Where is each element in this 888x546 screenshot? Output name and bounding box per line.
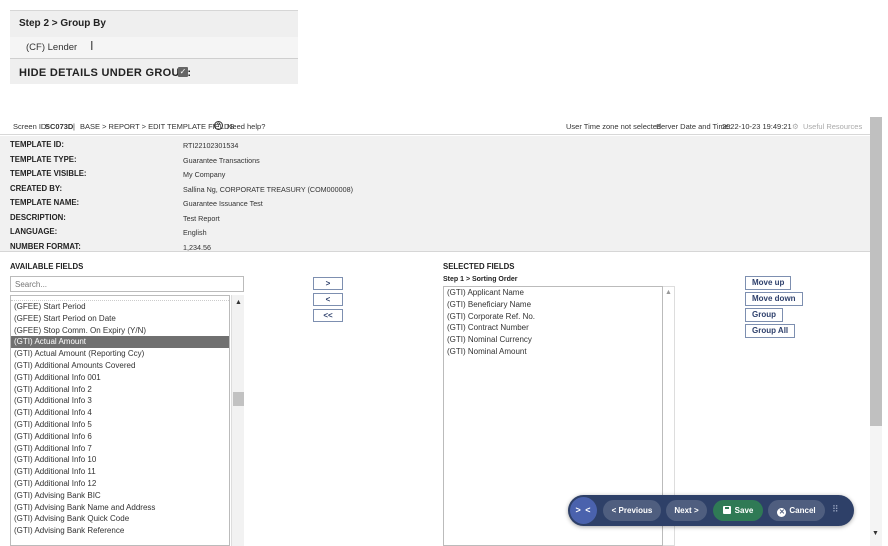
- server-time-label: Server Date and Time:: [656, 122, 732, 131]
- template-id-label: TEMPLATE ID:: [10, 140, 64, 149]
- available-fields-search-input[interactable]: [10, 276, 244, 292]
- hide-details-checkbox[interactable]: ✓: [178, 67, 188, 77]
- list-item[interactable]: (GTI) Applicant Name: [444, 287, 662, 299]
- next-button[interactable]: Next >: [666, 500, 707, 521]
- list-item[interactable]: (GTI) Nominal Amount: [444, 346, 662, 358]
- list-item[interactable]: (GTI) Additional Info 10: [11, 454, 229, 466]
- list-item[interactable]: (GTI) Additional Info 11: [11, 466, 229, 478]
- scroll-up-icon[interactable]: ▲: [235, 299, 242, 306]
- group-by-step-title: Step 2 > Group By: [19, 18, 106, 29]
- previous-button[interactable]: < Previous: [603, 500, 661, 521]
- group-button[interactable]: Group: [745, 308, 783, 322]
- cancel-button[interactable]: ✕ Cancel: [768, 500, 825, 521]
- list-item[interactable]: (GTI) Advising Bank Reference: [11, 525, 229, 537]
- list-item[interactable]: (GTI) Additional Info 7: [11, 443, 229, 455]
- template-visible-value: My Company: [183, 170, 226, 179]
- cancel-icon: ✕: [777, 508, 787, 517]
- header-separator: |: [73, 122, 75, 131]
- template-type-label: TEMPLATE TYPE:: [10, 154, 77, 164]
- list-item-selected[interactable]: (GTI) Actual Amount: [11, 336, 229, 349]
- text-cursor-icon: I: [90, 39, 94, 53]
- list-item[interactable]: (GFEE) Start Period on Date: [11, 313, 229, 325]
- list-item[interactable]: (GTI) Additional Amounts Covered: [11, 360, 229, 372]
- list-item[interactable]: (GTI) Additional Info 12: [11, 478, 229, 490]
- hide-details-label: HIDE DETAILS UNDER GROUP:: [19, 67, 192, 79]
- description-label: DESCRIPTION:: [10, 212, 66, 222]
- drag-handle-icon[interactable]: ⠿: [832, 504, 839, 515]
- description-value: Test Report: [183, 213, 220, 223]
- available-fields-scrollbar[interactable]: ▲: [231, 295, 244, 546]
- list-item[interactable]: (GTI) Additional Info 4: [11, 407, 229, 419]
- page-scrollbar[interactable]: ▼: [870, 117, 882, 546]
- number-format-label: NUMBER FORMAT:: [10, 241, 81, 251]
- save-icon: [722, 506, 731, 514]
- available-fields-list[interactable]: (GFEE) Start Period (GFEE) Start Period …: [10, 295, 230, 546]
- save-label: Save: [734, 506, 754, 515]
- template-visible-label: TEMPLATE VISIBLE:: [10, 169, 87, 178]
- list-item[interactable]: (GTI) Additional Info 3: [11, 395, 229, 407]
- need-help-link[interactable]: Need help?: [227, 122, 265, 131]
- timezone-text: User Time zone not selected: [566, 122, 662, 131]
- template-info-panel: TEMPLATE ID: RTI22102301534 TEMPLATE TYP…: [0, 136, 870, 252]
- number-format-value: 1,234.56: [183, 242, 211, 252]
- list-item[interactable]: (GTI) Actual Amount (Reporting Ccy): [11, 348, 229, 360]
- group-by-lender-value: (CF) Lender: [26, 42, 78, 53]
- cancel-label: Cancel: [789, 506, 816, 515]
- screen-id-value: SC073D: [45, 122, 74, 131]
- list-item[interactable]: (GTI) Additional Info 2: [11, 384, 229, 396]
- list-item[interactable]: (GFEE) Start Period: [11, 301, 229, 313]
- move-down-button[interactable]: Move down: [745, 292, 803, 306]
- list-item[interactable]: (GTI) Nominal Currency: [444, 334, 662, 346]
- created-by-label: CREATED BY:: [10, 183, 63, 193]
- list-item[interactable]: (GTI) Contract Number: [444, 322, 662, 334]
- scroll-up-icon[interactable]: ▲: [665, 289, 672, 296]
- move-up-button[interactable]: Move up: [745, 276, 792, 290]
- list-item[interactable]: (GTI) Additional Info 5: [11, 419, 229, 431]
- remove-field-button[interactable]: <: [313, 293, 343, 306]
- list-item[interactable]: (GTI) Additional Info 6: [11, 431, 229, 443]
- floating-action-bar: > < < Previous Next > Save ✕ Cancel ⠿: [568, 495, 854, 526]
- scrollbar-thumb[interactable]: [233, 392, 244, 406]
- save-button[interactable]: Save: [713, 500, 763, 521]
- list-item[interactable]: (GTI) Advising Bank Quick Code: [11, 513, 229, 525]
- list-item[interactable]: (GTI) Beneficiary Name: [444, 299, 662, 311]
- available-fields-title: AVAILABLE FIELDS: [10, 262, 84, 271]
- collapse-toggle-button[interactable]: > <: [570, 497, 597, 524]
- edit-template-fields-screen: Screen ID: SC073D | BASE > REPORT > EDIT…: [0, 117, 888, 546]
- page-scrollbar-thumb[interactable]: [870, 117, 882, 426]
- template-type-value: Guarantee Transactions: [183, 155, 260, 165]
- server-time-value: 2022-10-23 19:49:21: [722, 122, 792, 131]
- list-item[interactable]: (GTI) Advising Bank Name and Address: [11, 502, 229, 514]
- language-label: LANGUAGE:: [10, 227, 58, 236]
- selected-fields-title: SELECTED FIELDS: [443, 262, 515, 271]
- list-item[interactable]: (GFEE) Stop Comm. On Expiry (Y/N): [11, 325, 229, 337]
- language-value: English: [183, 228, 207, 237]
- group-by-excerpt: Step 2 > Group By (CF) Lender I HIDE DET…: [10, 10, 298, 84]
- breadcrumb[interactable]: BASE > REPORT > EDIT TEMPLATE FIELDS: [80, 122, 234, 131]
- template-id-value: RTI22102301534: [183, 141, 239, 150]
- group-by-lender-row[interactable]: (CF) Lender I: [10, 37, 298, 59]
- remove-all-fields-button[interactable]: <<: [313, 309, 343, 322]
- created-by-value: Sallina Ng, CORPORATE TREASURY (COM00000…: [183, 184, 354, 194]
- useful-resources-link[interactable]: Useful Resources: [803, 122, 862, 131]
- sorting-order-step-label: Step 1 > Sorting Order: [443, 276, 518, 283]
- template-name-label: TEMPLATE NAME:: [10, 198, 80, 207]
- list-item[interactable]: (GTI) Advising Bank BIC: [11, 490, 229, 502]
- screen-id-label: Screen ID:: [13, 122, 49, 131]
- scroll-down-icon[interactable]: ▼: [872, 530, 879, 537]
- template-name-value: Guarantee Issuance Test: [183, 199, 263, 208]
- list-item[interactable]: (GTI) Corporate Ref. No.: [444, 311, 662, 323]
- help-icon[interactable]: ?: [214, 121, 223, 130]
- add-field-button[interactable]: >: [313, 277, 343, 290]
- screen-header-bar: Screen ID: SC073D | BASE > REPORT > EDIT…: [0, 117, 870, 135]
- list-item[interactable]: (GTI) Additional Info 001: [11, 372, 229, 384]
- useful-resources-icon[interactable]: ⚙: [792, 122, 799, 131]
- group-all-button[interactable]: Group All: [745, 324, 796, 338]
